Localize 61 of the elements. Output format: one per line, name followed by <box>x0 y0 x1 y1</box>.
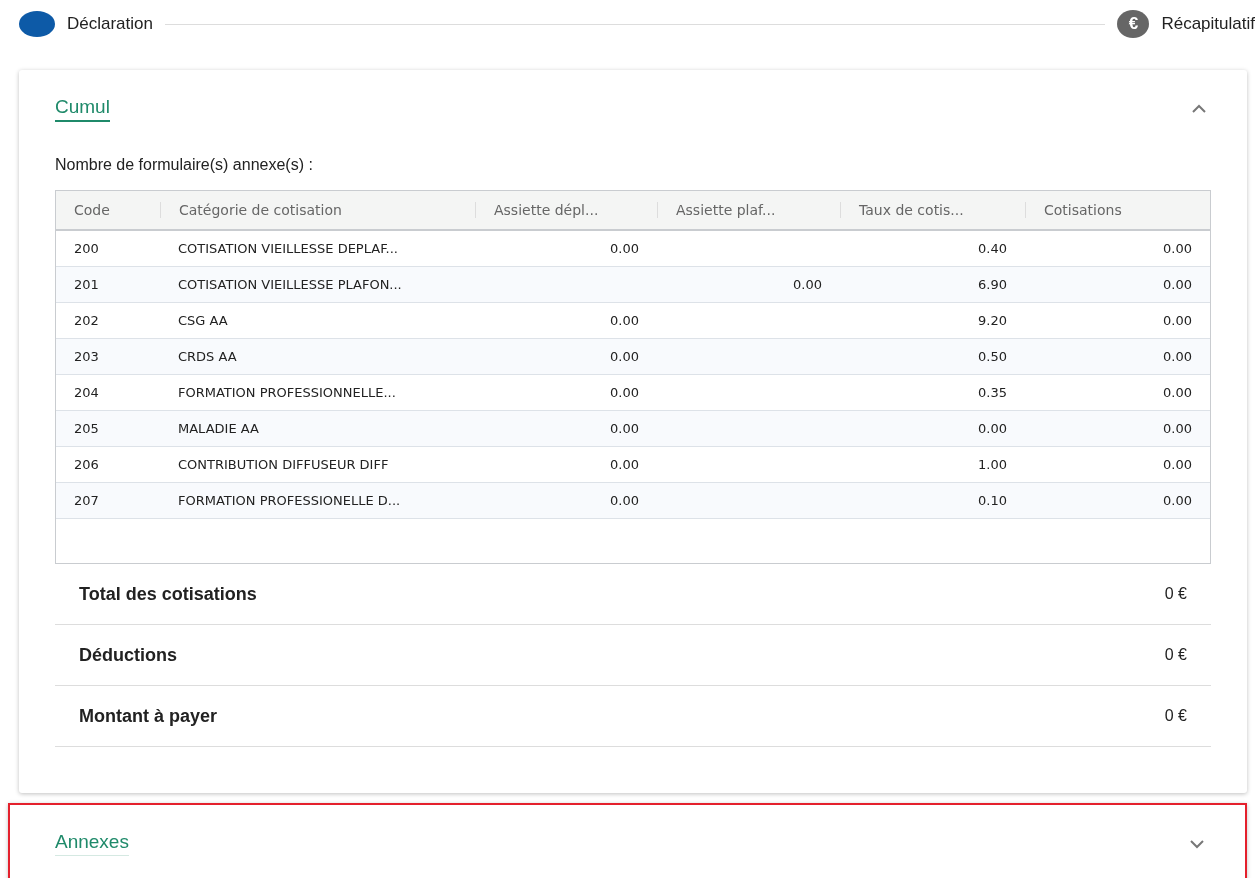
table-cell: 0.00 <box>1163 349 1192 364</box>
table-cell: 6.90 <box>978 277 1007 292</box>
panel-title[interactable]: Cumul <box>55 96 110 122</box>
table-cell: 0.40 <box>978 241 1007 256</box>
table-cell: 0.00 <box>1163 493 1192 508</box>
table-cell: 0.00 <box>793 277 822 292</box>
table-cell: 207 <box>74 493 99 508</box>
table-cell: 0.00 <box>1163 277 1192 292</box>
table-cell: 0.00 <box>610 241 639 256</box>
table-cell: MALADIE AA <box>178 421 259 436</box>
table-cell: 0.00 <box>610 457 639 472</box>
total-label: Total des cotisations <box>79 583 257 605</box>
column-header[interactable]: Assiette plaf... <box>657 202 840 218</box>
table-cell: 0.00 <box>1163 241 1192 256</box>
table-cell: 200 <box>74 241 99 256</box>
chevron-icon[interactable] <box>1191 104 1207 114</box>
table-cell: 0.00 <box>610 421 639 436</box>
table-cell: COTISATION VIEILLESSE PLAFON... <box>178 277 402 292</box>
total-value: 0 € <box>1164 585 1187 603</box>
table-cell: 0.35 <box>978 385 1007 400</box>
table-cell: 203 <box>74 349 99 364</box>
table-cell: 1.00 <box>978 457 1007 472</box>
table-cell: 205 <box>74 421 99 436</box>
column-header[interactable]: Code <box>56 202 160 218</box>
table-cell: 9.20 <box>978 313 1007 328</box>
column-header[interactable]: Assiette dépl... <box>475 202 657 218</box>
total-value: 0 € <box>1164 707 1187 725</box>
total-value: 0 € <box>1164 646 1187 664</box>
count-label: Nombre de formulaire(s) annexe(s) : <box>55 156 314 174</box>
panel-title[interactable]: Annexes <box>55 831 129 856</box>
table-cell: 0.50 <box>978 349 1007 364</box>
table-cell: 0.00 <box>610 385 639 400</box>
table-cell: 0.00 <box>610 349 639 364</box>
table-cell: 0.00 <box>1163 313 1192 328</box>
column-header[interactable]: Cotisations <box>1025 202 1210 218</box>
table-cell: CRDS AA <box>178 349 237 364</box>
table-cell: 204 <box>74 385 99 400</box>
table-cell: 0.00 <box>978 421 1007 436</box>
column-header[interactable]: Taux de cotis... <box>840 202 1025 218</box>
table-cell: CSG AA <box>178 313 228 328</box>
chevron-icon[interactable] <box>1189 838 1205 849</box>
table-cell: CONTRIBUTION DIFFUSEUR DIFF <box>178 457 389 472</box>
table-cell: 206 <box>74 457 99 472</box>
table-cell: 201 <box>74 277 99 292</box>
column-header[interactable]: Catégorie de cotisation <box>160 202 475 218</box>
step-label: Récapitulatif <box>1161 14 1255 34</box>
total-label: Montant à payer <box>79 705 218 727</box>
step-indicator-icon[interactable] <box>19 11 55 37</box>
table-cell: 202 <box>74 313 99 328</box>
table-cell: 0.00 <box>1163 385 1192 400</box>
table-cell: FORMATION PROFESSIONELLE D... <box>178 493 401 508</box>
total-label: Déductions <box>79 644 177 666</box>
table-cell: 0.00 <box>1163 457 1192 472</box>
table-cell: COTISATION VIEILLESSE DEPLAF... <box>178 241 398 256</box>
table-cell: 0.10 <box>978 493 1007 508</box>
table-cell: 0.00 <box>610 493 639 508</box>
step-indicator[interactable]: € <box>1117 10 1150 38</box>
step-label: Déclaration <box>67 14 153 34</box>
table-cell: FORMATION PROFESSIONNELLE... <box>178 385 396 400</box>
table-cell: 0.00 <box>610 313 639 328</box>
table-cell: 0.00 <box>1163 421 1192 436</box>
